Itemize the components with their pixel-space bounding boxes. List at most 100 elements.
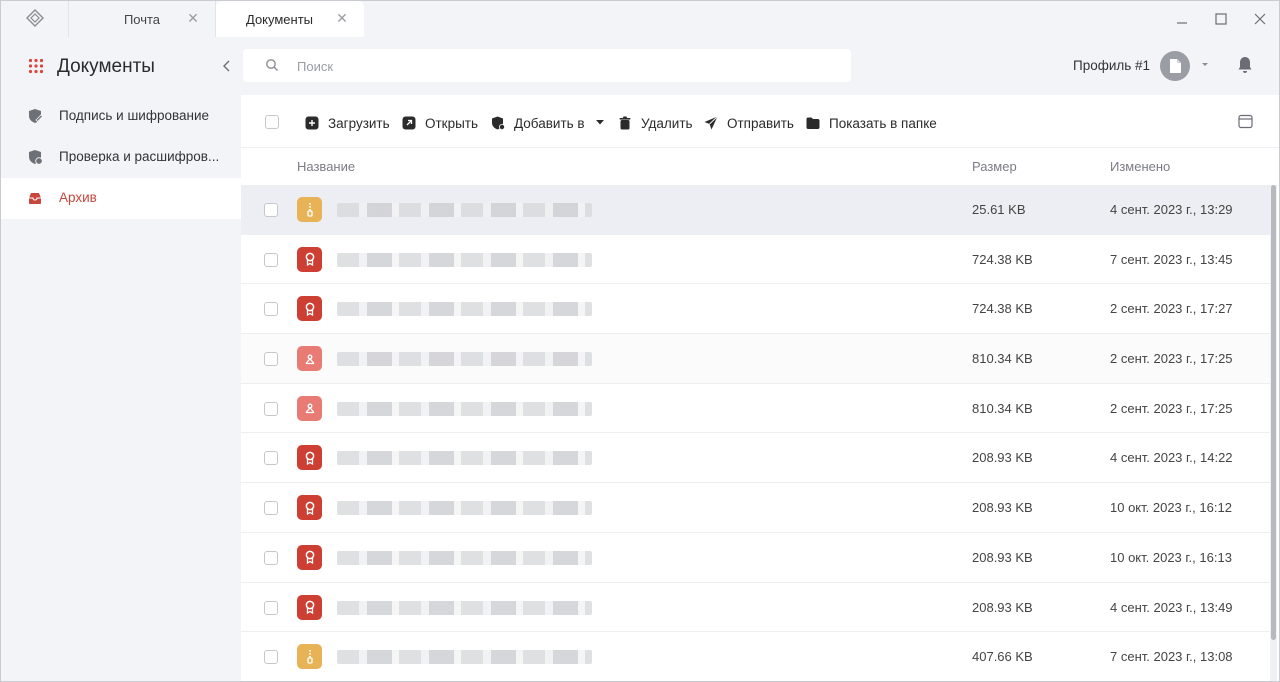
pdf-file-icon [297,395,322,421]
upload-button[interactable]: Загрузить [305,114,390,132]
scrollbar-thumb[interactable] [1271,185,1276,640]
sidebar-item-archive[interactable]: Архив [1,178,241,219]
row-checkbox[interactable] [264,501,278,516]
show-in-folder-button[interactable]: Показать в папке [806,114,937,132]
sidebar-title: Документы [57,56,155,77]
close-icon[interactable]: ✕ [334,10,350,26]
file-size: 25.61 KB [972,202,1026,217]
file-size: 208.93 KB [972,599,1033,615]
row-checkbox[interactable] [264,401,278,416]
table-row[interactable]: 208.93 KB 4 сент. 2023 г., 14:22 [241,433,1271,484]
sidebar: Документы Подпись и шифрование Проверка … [1,37,241,681]
close-icon[interactable]: ✕ [185,10,201,26]
open-button[interactable]: Открыть [402,114,478,132]
table-row[interactable]: 407.66 KB 7 сент. 2023 г., 13:08 [241,632,1271,681]
sidebar-item-label: Подпись и шифрование [59,108,209,123]
apps-grid-icon[interactable] [28,58,44,74]
sidebar-item-label: Проверка и расшифров... [59,149,220,164]
file-size: 724.38 KB [972,251,1033,267]
top-bar: Профиль #1 [241,37,1279,95]
maximize-icon[interactable] [1211,9,1231,29]
sidebar-item-sign-encrypt[interactable]: Подпись и шифрование [1,96,241,137]
document-avatar-icon [1170,59,1181,73]
open-label: Открыть [425,115,479,131]
row-checkbox[interactable] [264,600,278,615]
table-row[interactable]: 810.34 KB 2 сент. 2023 г., 17:25 [241,384,1271,434]
app-window: Почта ✕ Документы ✕ Документы Подпись и … [0,0,1280,682]
select-all-checkbox[interactable] [265,115,279,129]
send-button[interactable]: Отправить [704,114,794,132]
search-input[interactable] [297,56,797,76]
table-row[interactable]: 724.38 KB 2 сент. 2023 г., 17:27 [241,284,1271,335]
table-row[interactable]: 208.93 KB 10 окт. 2023 г., 16:12 [241,483,1271,533]
pdf-file-icon [297,346,322,372]
table-row[interactable]: 208.93 KB 4 сент. 2023 г., 13:49 [241,583,1271,633]
row-checkbox[interactable] [264,550,278,565]
bell-icon[interactable] [1236,55,1254,75]
close-window-icon[interactable] [1250,9,1270,29]
send-label: Отправить [727,115,794,131]
signature-file-icon [297,495,322,521]
file-name-redacted [337,352,592,367]
file-name-redacted [337,650,592,665]
row-checkbox[interactable] [264,302,278,317]
search-box[interactable] [243,49,851,82]
file-size: 407.66 KB [972,649,1033,665]
open-external-icon [402,116,416,130]
row-checkbox[interactable] [264,203,278,217]
signature-file-icon [297,445,322,471]
archive-icon [29,193,41,204]
add-to-button[interactable]: Добавить в [491,114,585,132]
file-modified: 2 сент. 2023 г., 17:25 [1110,400,1233,416]
file-size: 810.34 KB [972,400,1033,416]
search-icon [266,59,278,71]
upload-label: Загрузить [328,115,390,131]
table-row[interactable]: 810.34 KB 2 сент. 2023 г., 17:25 [241,334,1271,384]
minimize-icon[interactable] [1172,9,1192,29]
column-header-modified[interactable]: Изменено [1110,159,1170,174]
table-header: Название Размер Изменено [241,148,1271,185]
row-checkbox[interactable] [264,650,278,665]
row-checkbox[interactable] [264,252,278,267]
file-modified: 10 окт. 2023 г., 16:13 [1110,549,1232,565]
file-size: 724.38 KB [972,301,1033,317]
tab-mail[interactable]: Почта ✕ [69,1,216,37]
vertical-scrollbar[interactable] [1270,185,1277,681]
add-to-dropdown-icon[interactable] [595,117,605,127]
file-list: 25.61 KB 4 сент. 2023 г., 13:29 724.38 K… [241,185,1271,681]
signature-file-icon [297,594,322,620]
row-checkbox[interactable] [264,451,278,466]
file-modified: 4 сент. 2023 г., 14:22 [1110,450,1233,466]
column-header-name[interactable]: Название [297,159,355,174]
file-modified: 4 сент. 2023 г., 13:49 [1110,599,1233,615]
show-in-folder-label: Показать в папке [829,115,937,131]
row-checkbox[interactable] [264,352,278,367]
column-header-size[interactable]: Размер [972,159,1017,174]
plus-icon [305,116,319,130]
shield-add-icon [492,116,505,130]
sidebar-item-verify-decrypt[interactable]: Проверка и расшифров... [1,137,241,178]
delete-button[interactable]: Удалить [618,114,693,132]
chevron-down-icon[interactable] [1199,58,1211,70]
table-row[interactable]: 25.61 KB 4 сент. 2023 г., 13:29 [241,185,1271,235]
file-name-redacted [337,252,592,267]
tab-documents[interactable]: Документы ✕ [216,1,364,37]
table-row[interactable]: 724.38 KB 7 сент. 2023 г., 13:45 [241,235,1271,285]
signature-file-icon [297,296,322,322]
table-row[interactable]: 208.93 KB 10 окт. 2023 г., 16:13 [241,533,1271,583]
main-panel: Загрузить Открыть Добавить в Удалить Отп… [241,95,1279,681]
trash-icon [619,116,631,130]
panel-layout-icon[interactable] [1238,114,1253,129]
file-size: 208.93 KB [972,500,1033,516]
avatar[interactable] [1160,51,1190,81]
file-size: 208.93 KB [972,549,1033,565]
zip-file-icon [297,644,322,670]
profile-name[interactable]: Профиль #1 [1073,58,1150,73]
add-to-label: Добавить в [514,115,585,131]
file-name-redacted [337,203,592,217]
zip-file-icon [297,197,322,222]
file-name-redacted [337,401,592,416]
chevron-left-icon[interactable] [220,57,234,75]
file-name-redacted [337,550,592,565]
file-modified: 2 сент. 2023 г., 17:25 [1110,351,1233,367]
